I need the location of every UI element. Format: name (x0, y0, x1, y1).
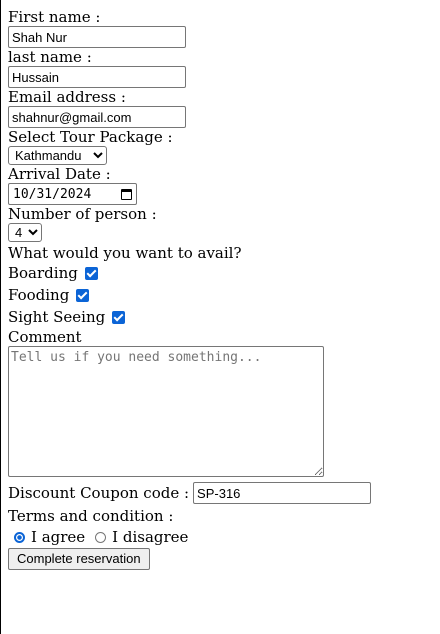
terms-radio-group: I agree I disagree (8, 527, 428, 547)
calendar-icon[interactable] (121, 188, 132, 200)
sight-seeing-label: Sight Seeing (8, 308, 106, 326)
arrival-date-input[interactable]: 10/31/2024 (8, 183, 137, 205)
fooding-checkbox[interactable] (76, 288, 90, 302)
boarding-label: Boarding (8, 264, 78, 282)
avail-option-boarding[interactable]: Boarding (8, 262, 428, 284)
coupon-label: Discount Coupon code : (8, 484, 190, 502)
arrival-date-label: Arrival Date : (8, 165, 111, 183)
sight-seeing-checkbox[interactable] (112, 310, 126, 324)
agree-radio[interactable] (14, 531, 25, 543)
boarding-checkbox[interactable] (84, 266, 98, 280)
last-name-input[interactable] (8, 66, 186, 88)
tour-package-label: Select Tour Package : (8, 128, 173, 146)
tour-package-select[interactable]: Kathmandu (8, 146, 107, 165)
last-name-label: last name : (8, 48, 92, 66)
terms-label: Terms and condition : (8, 507, 174, 525)
first-name-input[interactable] (8, 26, 186, 48)
persons-label: Number of person : (8, 205, 157, 223)
disagree-label: I disagree (112, 528, 189, 546)
email-label: Email address : (8, 88, 126, 106)
first-name-label: First name : (8, 8, 101, 26)
arrival-date-value: 10/31/2024 (13, 186, 92, 202)
email-input[interactable] (8, 106, 186, 128)
avail-option-sight-seeing[interactable]: Sight Seeing (8, 306, 428, 328)
comment-textarea[interactable] (8, 346, 324, 477)
reservation-form: First name : last name : Email address :… (8, 8, 428, 570)
coupon-row: Discount Coupon code : (8, 481, 428, 505)
comment-label: Comment (8, 328, 82, 346)
avail-label: What would you want to avail? (8, 244, 242, 262)
coupon-input[interactable] (193, 482, 372, 504)
persons-select[interactable]: 4 (8, 223, 42, 242)
complete-reservation-button[interactable]: Complete reservation (8, 548, 150, 570)
fooding-label: Fooding (8, 286, 70, 304)
avail-option-fooding[interactable]: Fooding (8, 284, 428, 306)
agree-label: I agree (31, 528, 86, 546)
page-left-border (0, 0, 1, 634)
disagree-radio[interactable] (95, 531, 107, 543)
